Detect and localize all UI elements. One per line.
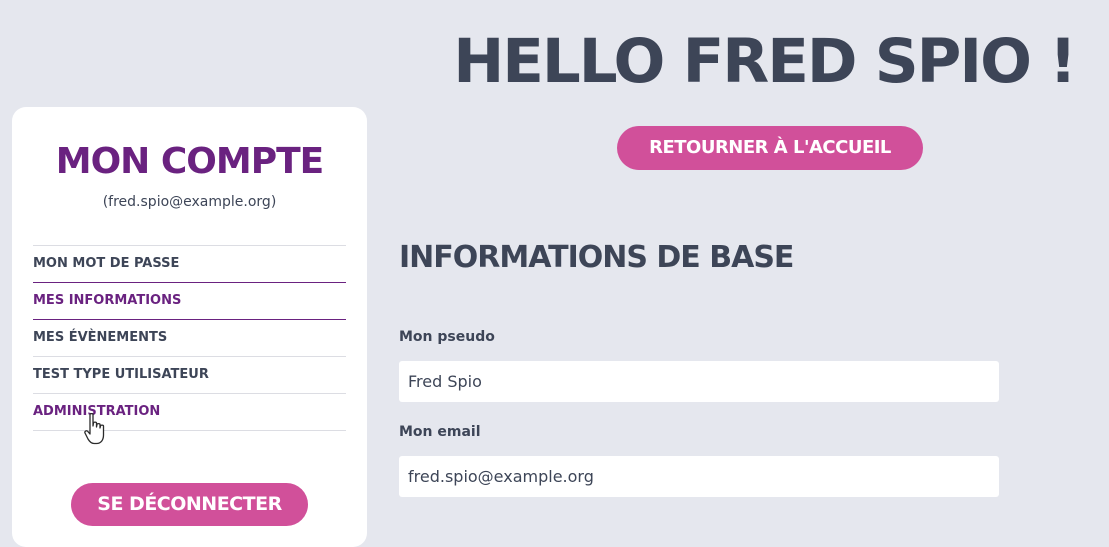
- email-label: Mon email: [399, 424, 481, 440]
- menu-item-my-information[interactable]: MES INFORMATIONS: [33, 282, 346, 320]
- menu-item-password[interactable]: MON MOT DE PASSE: [33, 246, 346, 283]
- sidebar-title: MON COMPTE: [55, 141, 324, 182]
- page-title: HELLO FRED SPIO !: [453, 26, 1077, 97]
- pseudo-input[interactable]: [399, 361, 999, 402]
- account-menu: MON MOT DE PASSE MES INFORMATIONS MES ÉV…: [33, 245, 346, 431]
- pseudo-label: Mon pseudo: [399, 329, 495, 345]
- menu-item-administration[interactable]: ADMINISTRATION: [33, 394, 346, 431]
- section-title: INFORMATIONS DE BASE: [399, 240, 794, 275]
- account-sidebar: MON COMPTE (fred.spio@example.org) MON M…: [12, 107, 367, 547]
- menu-item-test-user-type[interactable]: TEST TYPE UTILISATEUR: [33, 357, 346, 394]
- email-input[interactable]: [399, 456, 999, 497]
- menu-item-my-events[interactable]: MES ÉVÈNEMENTS: [33, 320, 346, 357]
- logout-button[interactable]: SE DÉCONNECTER: [71, 483, 308, 526]
- hand-pointer-icon: [84, 412, 105, 445]
- back-to-home-button[interactable]: RETOURNER À L'ACCUEIL: [617, 126, 923, 170]
- account-email: (fred.spio@example.org): [102, 194, 277, 210]
